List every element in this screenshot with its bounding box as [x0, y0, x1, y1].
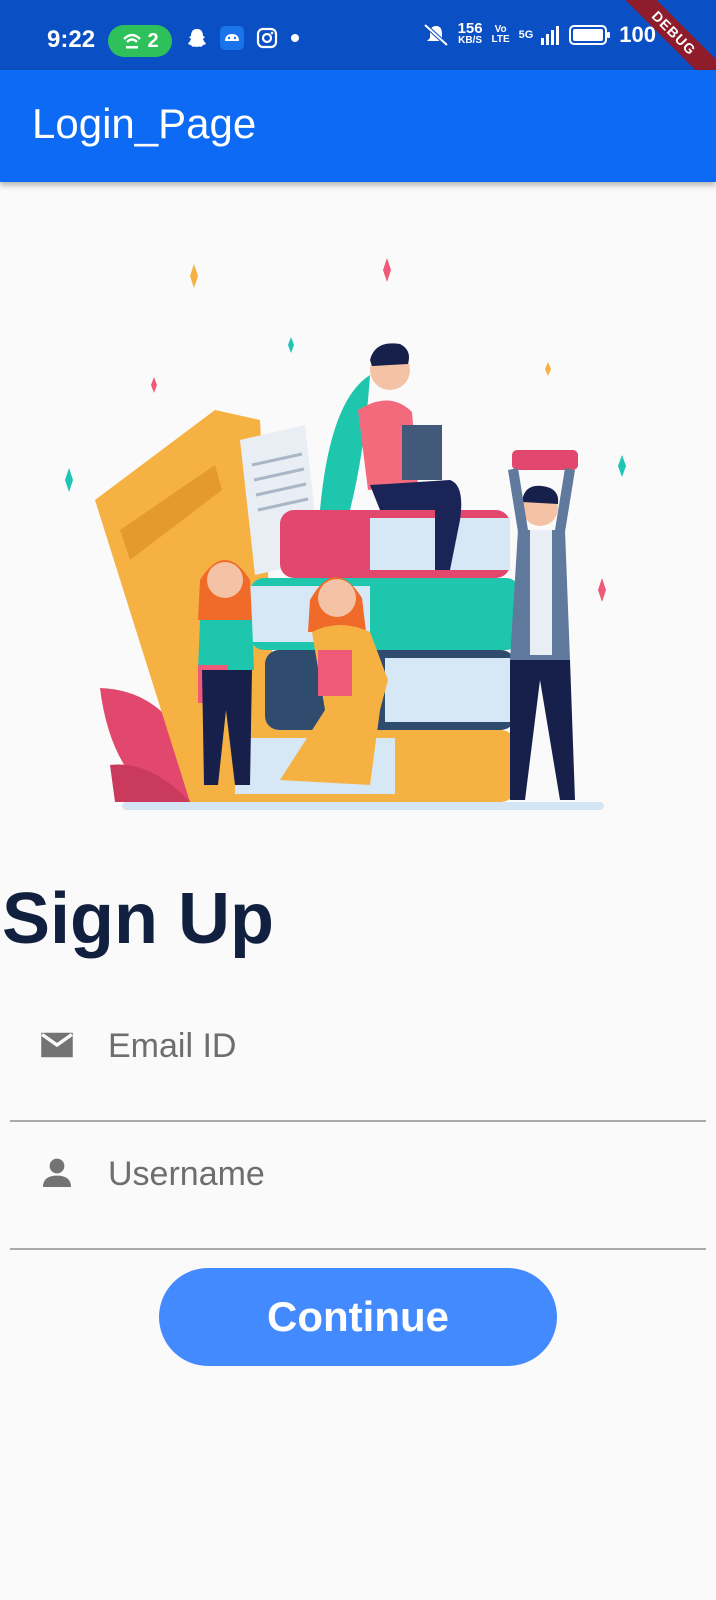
hotspot-icon: [123, 33, 142, 49]
email-input[interactable]: [106, 1010, 670, 1082]
page-title: Sign Up: [2, 879, 274, 959]
network-speed: 156 KB/S: [457, 20, 483, 47]
hotspot-count: 2: [147, 29, 159, 52]
mute-bell-icon: [423, 23, 448, 47]
net-speed-unit: KB/S: [458, 35, 483, 46]
snapchat-icon: [188, 29, 206, 47]
battery-icon: [569, 25, 611, 45]
signal-icon: [541, 26, 560, 45]
app-bar: Login_Page: [0, 70, 716, 182]
system-icons: 156 KB/S Vo LTE 5G 100: [422, 20, 656, 48]
email-field: [10, 1000, 706, 1122]
username-input[interactable]: [106, 1138, 670, 1210]
net-speed-value: 156: [457, 20, 483, 37]
continue-button[interactable]: Continue: [159, 1268, 557, 1366]
more-notifications-dot-icon: [291, 34, 299, 42]
android-icon: [220, 26, 244, 50]
status-time: 9:22: [47, 26, 96, 53]
person-icon: [43, 1158, 71, 1187]
students-reading-illustration: [65, 258, 626, 810]
app-title: Login_Page: [32, 100, 257, 147]
volte-indicator: Vo LTE: [491, 24, 510, 45]
email-icon: [41, 1032, 73, 1058]
hotspot-indicator: 2: [108, 25, 172, 57]
instagram-icon: [256, 27, 278, 49]
notification-icons: [186, 26, 300, 50]
status-bar: 9:22 2 156 KB/S Vo LTE 5G 100 DEBUG: [0, 0, 716, 98]
network-type: 5G: [518, 29, 534, 41]
username-field: [10, 1128, 706, 1250]
